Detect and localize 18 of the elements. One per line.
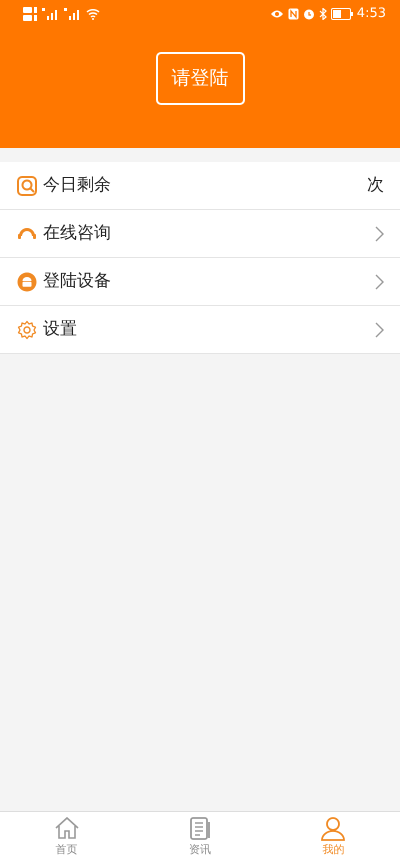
gear-icon [17, 320, 37, 340]
chevron-right-icon [375, 226, 384, 242]
wifi-icon [86, 8, 100, 20]
search-icon [17, 176, 37, 196]
nfc-icon [288, 8, 299, 20]
chevron-right-icon [375, 322, 384, 338]
home-icon [54, 816, 80, 842]
signal-icon [64, 8, 82, 20]
person-icon [320, 816, 346, 842]
battery-icon [330, 8, 353, 20]
eye-icon [270, 9, 284, 19]
signal-icon [42, 8, 60, 20]
chevron-right-icon [375, 274, 384, 290]
tab[interactable]: 资讯 [160, 812, 240, 867]
alarm-icon [302, 8, 315, 20]
bluetooth-icon [318, 8, 327, 20]
tab[interactable]: 首页 [26, 812, 107, 867]
status-time: 4:53 [356, 5, 386, 24]
